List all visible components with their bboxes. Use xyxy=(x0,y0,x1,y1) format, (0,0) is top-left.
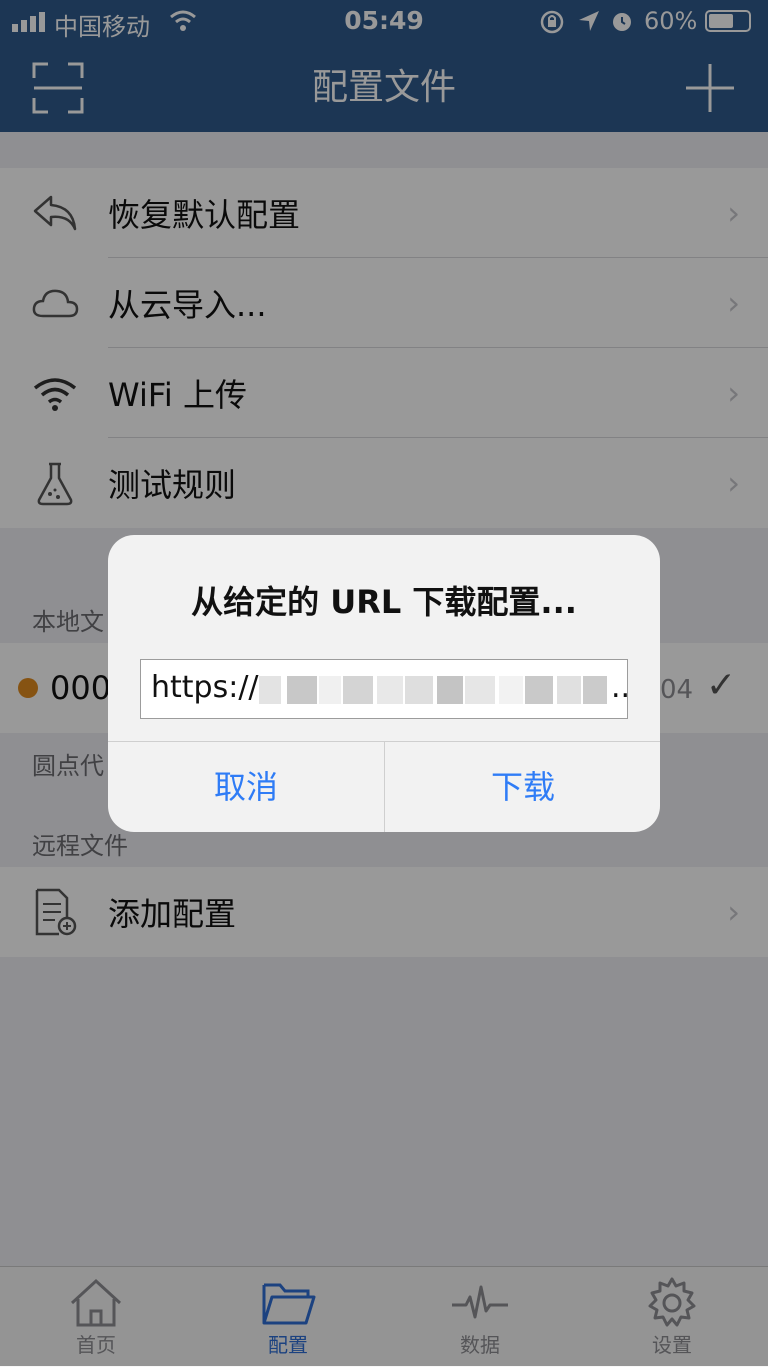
download-button[interactable]: 下载 xyxy=(385,742,660,832)
url-overflow-ellipsis: .. xyxy=(611,670,631,705)
cancel-button[interactable]: 取消 xyxy=(108,742,384,832)
url-input-text: https:// xyxy=(151,670,259,705)
url-input[interactable]: https:// .. xyxy=(140,659,631,719)
dialog-title: 从给定的 URL 下载配置... xyxy=(191,583,577,621)
download-dialog: 从给定的 URL 下载配置... https:// .. 取消 下载 xyxy=(108,535,660,832)
dialog-buttons: 取消 下载 xyxy=(108,741,660,832)
url-redaction xyxy=(259,676,613,704)
